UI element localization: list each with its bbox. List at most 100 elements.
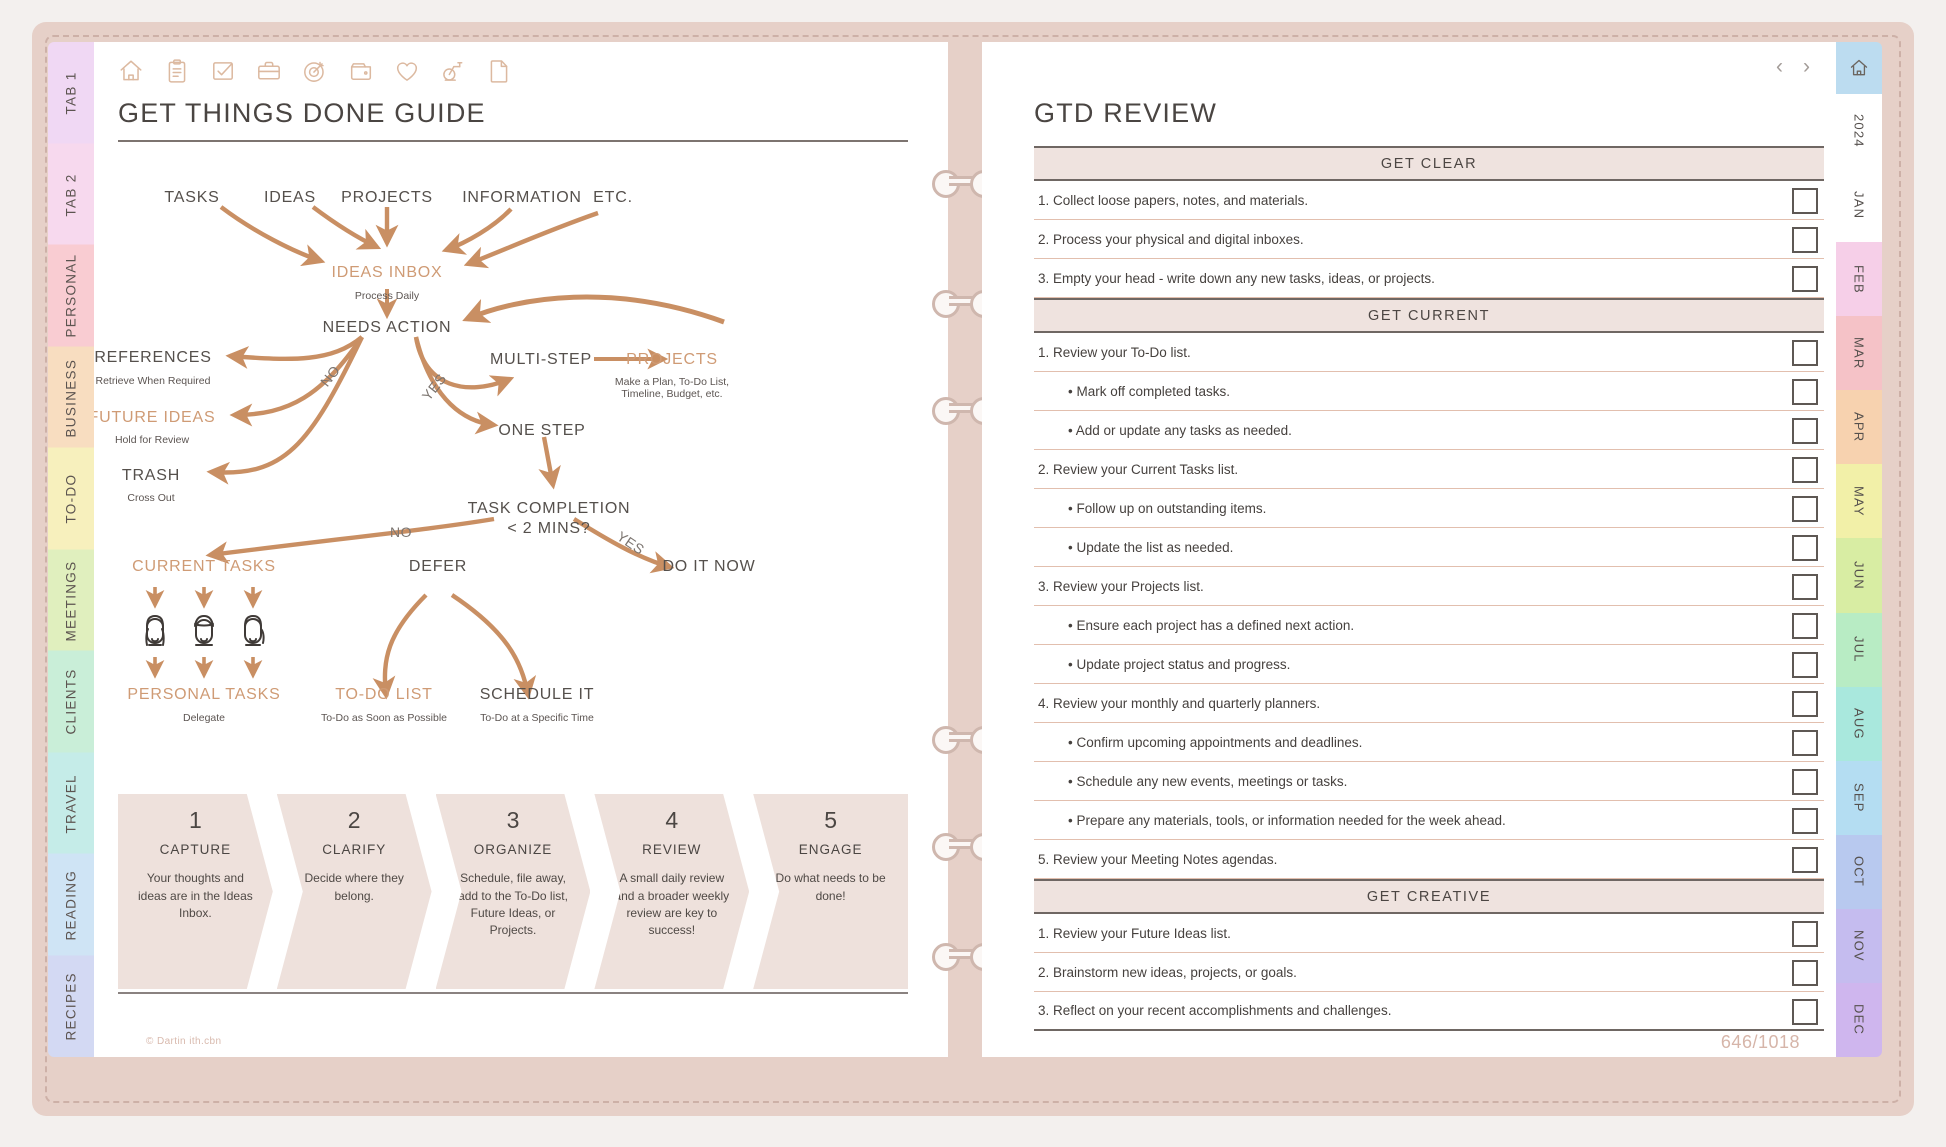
- right-tab-jan[interactable]: JAN: [1836, 168, 1882, 243]
- checklist-checkbox[interactable]: [1792, 457, 1818, 483]
- document-icon[interactable]: [486, 58, 512, 84]
- gtd-flow-diagram: TASKS IDEAS PROJECTS INFORMATION ETC. ID…: [94, 189, 755, 724]
- flow-current-tasks: CURRENT TASKS: [132, 558, 276, 575]
- checklist-item-label: 1. Collect loose papers, notes, and mate…: [1038, 192, 1309, 208]
- left-tab-recipes[interactable]: RECIPES: [48, 955, 94, 1057]
- checklist-row[interactable]: 1. Review your Future Ideas list.: [1034, 914, 1824, 953]
- checklist-row[interactable]: • Update project status and progress.: [1034, 645, 1824, 684]
- checklist-checkbox[interactable]: [1792, 921, 1818, 947]
- checklist-row[interactable]: • Update the list as needed.: [1034, 528, 1824, 567]
- checklist-checkbox[interactable]: [1792, 340, 1818, 366]
- step-label: ENGAGE: [798, 842, 863, 858]
- home-icon: [1850, 59, 1868, 76]
- checklist-checkbox[interactable]: [1792, 496, 1818, 522]
- checklist-checkbox[interactable]: [1792, 266, 1818, 292]
- left-tab-travel[interactable]: TRAVEL: [48, 752, 94, 854]
- checklist-item-label: • Schedule any new events, meetings or t…: [1068, 773, 1348, 789]
- checklist-row[interactable]: 3. Review your Projects list.: [1034, 567, 1824, 606]
- checklist-row[interactable]: 1. Review your To-Do list.: [1034, 333, 1824, 372]
- checklist-row[interactable]: 4. Review your monthly and quarterly pla…: [1034, 684, 1824, 723]
- flow-completion-no: NO: [390, 524, 412, 540]
- gtd-step-review: 4 REVIEW A small daily review and a broade…: [594, 794, 749, 989]
- right-tab-home[interactable]: [1836, 42, 1882, 94]
- checklist-row[interactable]: 2. Brainstorm new ideas, projects, or go…: [1034, 953, 1824, 992]
- checklist-checkbox[interactable]: [1792, 808, 1818, 834]
- checklist-checkbox[interactable]: [1792, 769, 1818, 795]
- prev-page-icon[interactable]: ‹: [1776, 56, 1783, 77]
- checklist-section-header: GET CLEAR: [1034, 146, 1824, 181]
- right-tab-strip[interactable]: 2024 JAN FEB MAR APR MAY JUN JUL AUG SEP OCT NOV DEC: [1836, 42, 1882, 1057]
- checklist-checkbox[interactable]: [1792, 652, 1818, 678]
- right-tab-2024[interactable]: 2024: [1836, 94, 1882, 169]
- step-label: CAPTURE: [159, 842, 232, 858]
- checklist-checkbox[interactable]: [1792, 227, 1818, 253]
- checklist-checkbox[interactable]: [1792, 379, 1818, 405]
- page-navigation[interactable]: ‹ ›: [1776, 56, 1810, 77]
- right-page: ‹ › GTD REVIEW GET CLEAR 1. Collect loose…: [982, 42, 1836, 1057]
- flow-ideas-inbox-caption: Process Daily: [355, 290, 420, 302]
- left-tab-business[interactable]: BUSINESS: [48, 346, 94, 448]
- checklist-row[interactable]: • Schedule any new events, meetings or t…: [1034, 762, 1824, 801]
- checklist-row[interactable]: 5. Review your Meeting Notes agendas.: [1034, 840, 1824, 879]
- checklist-checkbox[interactable]: [1792, 188, 1818, 214]
- checkbox-icon[interactable]: [210, 58, 236, 84]
- checklist-item-label: • Ensure each project has a defined next…: [1068, 617, 1355, 633]
- checklist-checkbox[interactable]: [1792, 691, 1818, 717]
- left-tab-personal[interactable]: PERSONAL: [48, 245, 94, 347]
- checklist-row[interactable]: 3. Reflect on your recent accomplishment…: [1034, 992, 1824, 1031]
- step-number: 2: [347, 807, 361, 833]
- right-tab-may[interactable]: MAY: [1836, 464, 1882, 539]
- checklist-row[interactable]: 3. Empty your head - write down any new …: [1034, 259, 1824, 298]
- right-tab-apr[interactable]: APR: [1836, 390, 1882, 465]
- left-tab-strip[interactable]: TAB 1 TAB 2 PERSONAL BUSINESS TO-DO MEETINGS C…: [48, 42, 94, 1057]
- checklist-checkbox[interactable]: [1792, 535, 1818, 561]
- checklist-row[interactable]: • Follow up on outstanding items.: [1034, 489, 1824, 528]
- checklist-row[interactable]: 1. Collect loose papers, notes, and mate…: [1034, 181, 1824, 220]
- next-page-icon[interactable]: ›: [1803, 56, 1810, 77]
- left-tab-tab-1[interactable]: TAB 1: [48, 42, 94, 144]
- right-tab-aug[interactable]: AUG: [1836, 686, 1882, 761]
- wallet-icon[interactable]: [348, 58, 374, 84]
- checklist-row[interactable]: 2. Process your physical and digital inb…: [1034, 220, 1824, 259]
- right-tab-feb[interactable]: FEB: [1836, 242, 1882, 317]
- checklist-checkbox[interactable]: [1792, 847, 1818, 873]
- checklist-checkbox[interactable]: [1792, 574, 1818, 600]
- right-tab-nov[interactable]: NOV: [1836, 908, 1882, 983]
- heart-icon[interactable]: [394, 58, 420, 84]
- right-tab-jul[interactable]: JUL: [1836, 612, 1882, 687]
- flow-do-it-now: DO IT NOW: [662, 558, 755, 575]
- right-tab-oct[interactable]: OCT: [1836, 834, 1882, 909]
- step-description: A small daily review and a broader weekl…: [614, 871, 730, 938]
- checklist-checkbox[interactable]: [1792, 613, 1818, 639]
- clipboard-icon[interactable]: [164, 58, 190, 84]
- flow-needs-action: NEEDS ACTION: [323, 319, 452, 336]
- checklist-row[interactable]: • Confirm upcoming appointments and dead…: [1034, 723, 1824, 762]
- home-icon[interactable]: [118, 58, 144, 84]
- checklist-checkbox[interactable]: [1792, 999, 1818, 1025]
- left-tab-clients[interactable]: CLIENTS: [48, 651, 94, 753]
- checklist-checkbox[interactable]: [1792, 960, 1818, 986]
- checklist-item-label: 1. Review your To-Do list.: [1038, 344, 1191, 360]
- checklist-checkbox[interactable]: [1792, 730, 1818, 756]
- checklist-row[interactable]: • Prepare any materials, tools, or infor…: [1034, 801, 1824, 840]
- quick-nav-icon-row[interactable]: [118, 58, 512, 84]
- checklist-item-label: • Confirm upcoming appointments and dead…: [1068, 734, 1363, 750]
- checklist-row[interactable]: • Mark off completed tasks.: [1034, 372, 1824, 411]
- checklist-checkbox[interactable]: [1792, 418, 1818, 444]
- gtd-step-capture: 1 CAPTURE Your thoughts and ideas are in t…: [118, 794, 273, 989]
- briefcase-icon[interactable]: [256, 58, 282, 84]
- checklist-row[interactable]: • Add or update any tasks as needed.: [1034, 411, 1824, 450]
- right-tab-dec[interactable]: DEC: [1836, 982, 1882, 1057]
- flow-multi-step: MULTI-STEP: [490, 351, 592, 368]
- target-icon[interactable]: [302, 58, 328, 84]
- checklist-row[interactable]: • Ensure each project has a defined next…: [1034, 606, 1824, 645]
- checklist-row[interactable]: 2. Review your Current Tasks list.: [1034, 450, 1824, 489]
- right-tab-jun[interactable]: JUN: [1836, 538, 1882, 613]
- left-tab-to-do[interactable]: TO-DO: [48, 448, 94, 550]
- right-tab-sep[interactable]: SEP: [1836, 760, 1882, 835]
- left-tab-tab-2[interactable]: TAB 2: [48, 143, 94, 245]
- left-tab-reading[interactable]: READING: [48, 854, 94, 956]
- exercise-bike-icon[interactable]: [440, 58, 466, 84]
- right-tab-mar[interactable]: MAR: [1836, 316, 1882, 391]
- left-tab-meetings[interactable]: MEETINGS: [48, 549, 94, 651]
